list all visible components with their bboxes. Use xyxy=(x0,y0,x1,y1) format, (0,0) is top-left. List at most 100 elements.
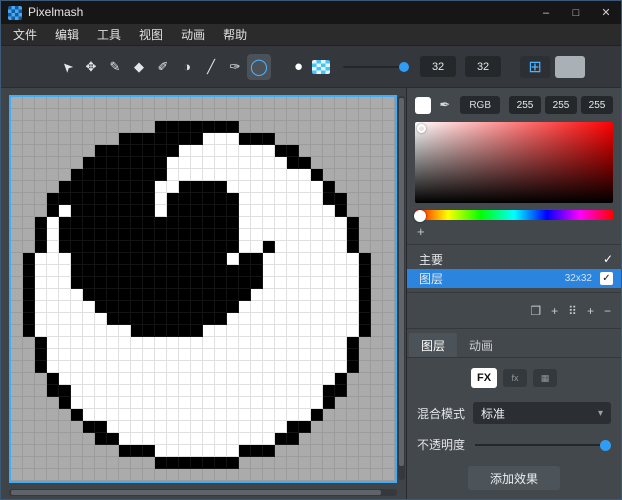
pixel-cell[interactable] xyxy=(119,289,131,301)
pixel-cell[interactable] xyxy=(143,253,155,265)
pixel-cell[interactable] xyxy=(83,121,95,133)
pixel-cell[interactable] xyxy=(11,457,23,469)
select-tool-button[interactable]: ➤ xyxy=(55,54,79,80)
pixel-cell[interactable] xyxy=(155,349,167,361)
pixel-cell[interactable] xyxy=(227,121,239,133)
pixel-cell[interactable] xyxy=(47,433,59,445)
pixel-cell[interactable] xyxy=(35,445,47,457)
pixel-cell[interactable] xyxy=(191,277,203,289)
pixel-cell[interactable] xyxy=(119,445,131,457)
delete-layer-icon[interactable]: − xyxy=(604,304,611,318)
pixel-cell[interactable] xyxy=(203,193,215,205)
pixel-cell[interactable] xyxy=(35,169,47,181)
pixel-cell[interactable] xyxy=(371,169,383,181)
pixel-cell[interactable] xyxy=(203,265,215,277)
pixel-cell[interactable] xyxy=(311,325,323,337)
pixel-cell[interactable] xyxy=(167,373,179,385)
pixel-cell[interactable] xyxy=(203,409,215,421)
pixel-cell[interactable] xyxy=(275,181,287,193)
pixel-cell[interactable] xyxy=(179,193,191,205)
pixel-cell[interactable] xyxy=(155,301,167,313)
pixel-cell[interactable] xyxy=(59,397,71,409)
pixel-cell[interactable] xyxy=(347,205,359,217)
pixel-cell[interactable] xyxy=(215,421,227,433)
pixel-cell[interactable] xyxy=(359,325,371,337)
pixel-cell[interactable] xyxy=(167,253,179,265)
pixel-cell[interactable] xyxy=(299,277,311,289)
pixel-cell[interactable] xyxy=(323,169,335,181)
pixel-cell[interactable] xyxy=(59,109,71,121)
pixel-cell[interactable] xyxy=(23,289,35,301)
pixel-cell[interactable] xyxy=(23,445,35,457)
pixel-cell[interactable] xyxy=(227,337,239,349)
pixel-cell[interactable] xyxy=(203,433,215,445)
pixel-cell[interactable] xyxy=(383,433,395,445)
pixel-cell[interactable] xyxy=(275,121,287,133)
pixel-cell[interactable] xyxy=(95,373,107,385)
pixel-cell[interactable] xyxy=(23,469,35,481)
ellipse-tool-button[interactable]: ◯ xyxy=(247,54,271,80)
pixel-cell[interactable] xyxy=(71,109,83,121)
pixel-cell[interactable] xyxy=(167,397,179,409)
pixel-cell[interactable] xyxy=(35,361,47,373)
pixel-cell[interactable] xyxy=(143,157,155,169)
pixel-cell[interactable] xyxy=(275,97,287,109)
pixel-cell[interactable] xyxy=(215,145,227,157)
pixel-cell[interactable] xyxy=(179,361,191,373)
pixel-cell[interactable] xyxy=(383,217,395,229)
pixel-cell[interactable] xyxy=(11,265,23,277)
pixel-cell[interactable] xyxy=(95,445,107,457)
pixel-cell[interactable] xyxy=(95,325,107,337)
pixel-cell[interactable] xyxy=(95,277,107,289)
pixel-cell[interactable] xyxy=(71,421,83,433)
pixel-cell[interactable] xyxy=(167,457,179,469)
pixel-cell[interactable] xyxy=(311,145,323,157)
pixel-cell[interactable] xyxy=(347,325,359,337)
pixel-cell[interactable] xyxy=(311,217,323,229)
pixel-grid[interactable] xyxy=(11,97,395,481)
pixel-cell[interactable] xyxy=(239,109,251,121)
pixel-cell[interactable] xyxy=(275,289,287,301)
pixel-cell[interactable] xyxy=(383,397,395,409)
pixel-cell[interactable] xyxy=(47,397,59,409)
pixel-cell[interactable] xyxy=(359,421,371,433)
pixel-cell[interactable] xyxy=(347,169,359,181)
layer-row-selected[interactable]: 图层 32x32 ✓ xyxy=(407,269,621,288)
pixel-cell[interactable] xyxy=(299,445,311,457)
pixel-cell[interactable] xyxy=(119,433,131,445)
pixel-cell[interactable] xyxy=(179,157,191,169)
pixel-cell[interactable] xyxy=(191,253,203,265)
pixel-cell[interactable] xyxy=(215,469,227,481)
pixel-cell[interactable] xyxy=(359,409,371,421)
pixel-cell[interactable] xyxy=(47,193,59,205)
pixel-cell[interactable] xyxy=(311,361,323,373)
pixel-cell[interactable] xyxy=(371,289,383,301)
pixel-cell[interactable] xyxy=(287,277,299,289)
pixel-cell[interactable] xyxy=(23,121,35,133)
pixel-cell[interactable] xyxy=(359,313,371,325)
pixel-cell[interactable] xyxy=(347,229,359,241)
pixel-cell[interactable] xyxy=(251,361,263,373)
pixel-cell[interactable] xyxy=(167,469,179,481)
pixel-cell[interactable] xyxy=(11,397,23,409)
pixel-cell[interactable] xyxy=(251,349,263,361)
pixel-cell[interactable] xyxy=(83,385,95,397)
pixel-cell[interactable] xyxy=(227,193,239,205)
pixel-cell[interactable] xyxy=(71,97,83,109)
pixel-cell[interactable] xyxy=(287,229,299,241)
pixel-cell[interactable] xyxy=(71,409,83,421)
pixel-cell[interactable] xyxy=(311,421,323,433)
move-tool-button[interactable]: ✥ xyxy=(79,54,103,80)
pixel-cell[interactable] xyxy=(131,313,143,325)
pixel-cell[interactable] xyxy=(299,205,311,217)
pixel-cell[interactable] xyxy=(47,277,59,289)
pixel-cell[interactable] xyxy=(323,361,335,373)
pixel-cell[interactable] xyxy=(23,265,35,277)
pixel-cell[interactable] xyxy=(215,337,227,349)
pixel-cell[interactable] xyxy=(263,181,275,193)
pixel-cell[interactable] xyxy=(239,433,251,445)
pixel-cell[interactable] xyxy=(95,469,107,481)
pixel-cell[interactable] xyxy=(155,421,167,433)
pixel-cell[interactable] xyxy=(359,397,371,409)
pixel-cell[interactable] xyxy=(191,121,203,133)
